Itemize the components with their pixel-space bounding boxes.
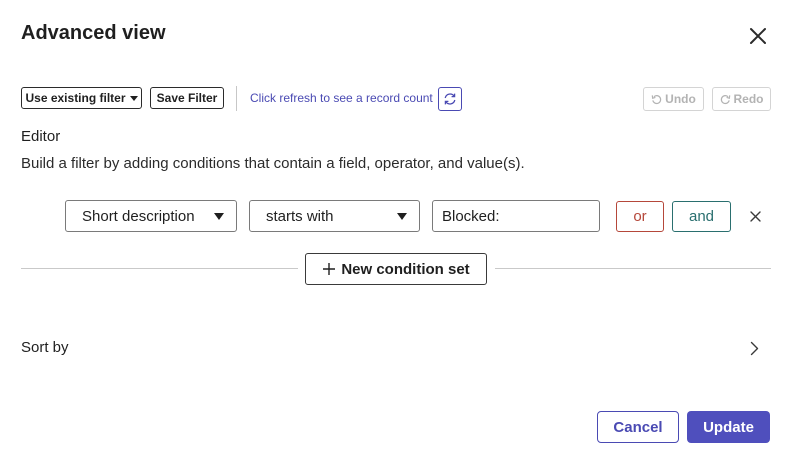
- field-select-value: Short description: [82, 207, 195, 225]
- undo-button[interactable]: Undo: [643, 87, 704, 111]
- update-label: Update: [703, 418, 754, 436]
- and-button[interactable]: and: [672, 201, 731, 232]
- save-filter-button[interactable]: Save Filter: [150, 87, 224, 109]
- or-label: or: [633, 208, 647, 225]
- editor-help-text: Build a filter by adding conditions that…: [21, 155, 525, 172]
- refresh-button[interactable]: [438, 87, 462, 111]
- condition-value-input[interactable]: [432, 200, 600, 232]
- close-icon: [750, 28, 766, 44]
- sort-by-label[interactable]: Sort by: [21, 339, 69, 356]
- undo-label: Undo: [665, 92, 696, 106]
- redo-button[interactable]: Redo: [712, 87, 771, 111]
- caret-down-icon: [129, 96, 138, 101]
- sort-by-expand[interactable]: [746, 339, 762, 357]
- undo-icon: [651, 94, 662, 104]
- divider-right: [495, 268, 771, 269]
- caret-down-icon: [214, 213, 224, 220]
- and-label: and: [688, 208, 715, 225]
- update-button[interactable]: Update: [687, 411, 770, 443]
- use-existing-filter-button[interactable]: Use existing filter: [21, 87, 142, 109]
- close-button[interactable]: [744, 22, 772, 50]
- operator-select-value: starts with: [266, 207, 334, 225]
- divider-left: [21, 268, 298, 269]
- caret-down-icon: [397, 213, 407, 220]
- refresh-hint: Click refresh to see a record count: [250, 91, 433, 105]
- cancel-label: Cancel: [613, 418, 663, 436]
- dialog-title: Advanced view: [21, 22, 166, 44]
- cancel-button[interactable]: Cancel: [597, 411, 679, 443]
- redo-icon: [720, 94, 730, 104]
- toolbar-divider: [236, 86, 237, 111]
- field-select[interactable]: Short description: [65, 200, 237, 232]
- save-filter-label: Save Filter: [156, 91, 218, 105]
- new-condition-set-button[interactable]: New condition set: [305, 253, 487, 285]
- plus-icon: [323, 263, 336, 275]
- remove-condition-icon: [749, 210, 761, 222]
- redo-label: Redo: [733, 92, 764, 106]
- use-existing-filter-label: Use existing filter: [25, 91, 126, 105]
- remove-condition-button[interactable]: [746, 207, 764, 225]
- editor-heading: Editor: [21, 128, 61, 145]
- operator-select[interactable]: starts with: [249, 200, 420, 232]
- or-button[interactable]: or: [616, 201, 664, 232]
- new-condition-set-label: New condition set: [341, 260, 470, 278]
- refresh-icon: [444, 93, 456, 105]
- chevron-right-icon: [750, 341, 758, 355]
